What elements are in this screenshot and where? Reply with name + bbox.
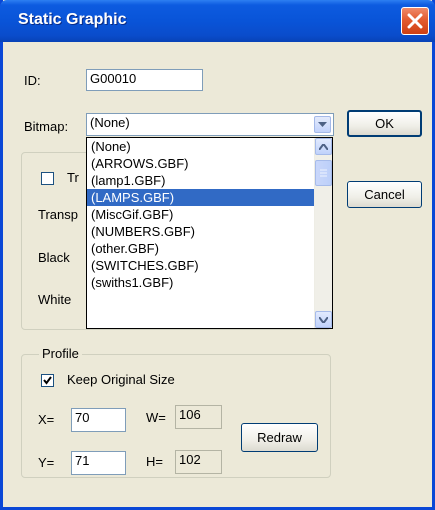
transp-label: Transp	[38, 207, 78, 222]
close-button[interactable]	[401, 7, 429, 35]
bitmap-list-item[interactable]: (lamp1.GBF)	[87, 172, 332, 189]
x-label: X=	[38, 412, 55, 427]
x-field[interactable]: 70	[71, 408, 126, 432]
bitmap-list-item[interactable]: (None)	[87, 138, 332, 155]
id-field[interactable]: G00010	[86, 69, 203, 91]
cancel-button[interactable]: Cancel	[347, 181, 422, 208]
h-field: 102	[175, 450, 222, 474]
bitmap-selected-value: (None)	[90, 115, 130, 130]
bitmap-dropdown-list[interactable]: (None) (ARROWS.GBF) (lamp1.GBF) (LAMPS.GBF)…	[86, 137, 333, 329]
w-field: 106	[175, 405, 222, 429]
bitmap-list-item[interactable]: (ARROWS.GBF)	[87, 155, 332, 172]
keep-original-size-checkbox[interactable]	[41, 374, 54, 387]
id-label: ID:	[24, 73, 41, 88]
keep-original-size-label: Keep Original Size	[67, 372, 175, 387]
bitmap-list-item[interactable]: (swiths1.GBF)	[87, 274, 332, 291]
redraw-button[interactable]: Redraw	[241, 423, 318, 452]
scroll-up-button[interactable]	[315, 138, 332, 155]
title-bar[interactable]: Static Graphic	[0, 0, 435, 42]
window-title: Static Graphic	[18, 11, 127, 28]
h-label: H=	[146, 454, 163, 469]
y-field[interactable]: 71	[71, 451, 126, 475]
white-label: White	[38, 292, 72, 307]
bitmap-list-items: (None) (ARROWS.GBF) (lamp1.GBF) (LAMPS.GBF)…	[87, 138, 332, 291]
bitmap-list-item[interactable]: (MiscGif.GBF)	[87, 206, 332, 223]
list-scrollbar[interactable]	[314, 138, 332, 328]
bitmap-list-item[interactable]: (LAMPS.GBF)	[87, 189, 332, 206]
transparency-checkbox-label: Tr	[67, 170, 79, 185]
static-graphic-dialog: Static Graphic ID: G00010 Bitmap: (None)…	[0, 0, 435, 510]
bitmap-label: Bitmap:	[24, 119, 69, 134]
bitmap-dropdown-button[interactable]	[314, 116, 331, 133]
y-label: Y=	[38, 455, 55, 470]
profile-group-title: Profile	[39, 346, 82, 361]
bitmap-list-item[interactable]: (SWITCHES.GBF)	[87, 257, 332, 274]
bitmap-list-item[interactable]: (NUMBERS.GBF)	[87, 223, 332, 240]
w-label: W=	[146, 410, 166, 425]
ok-button[interactable]: OK	[347, 110, 422, 137]
scroll-thumb[interactable]	[315, 160, 332, 186]
bitmap-list-item[interactable]: (other.GBF)	[87, 240, 332, 257]
scroll-down-button[interactable]	[315, 311, 332, 328]
transparency-checkbox[interactable]	[41, 172, 54, 185]
black-label: Black	[38, 250, 70, 265]
bitmap-select[interactable]: (None)	[86, 113, 334, 136]
